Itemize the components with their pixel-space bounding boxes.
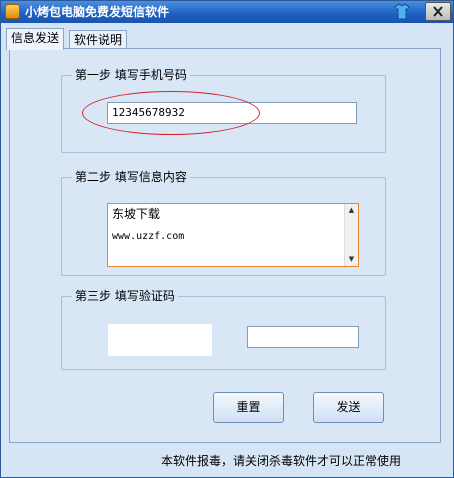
message-line-1: 东坡下载 bbox=[112, 207, 161, 221]
step1-group: 第一步 填写手机号码 12345678932 bbox=[61, 68, 386, 153]
scroll-up-icon[interactable]: ▲ bbox=[345, 204, 358, 217]
app-icon bbox=[5, 4, 20, 19]
close-button[interactable] bbox=[425, 2, 451, 21]
tab-bar: 信息发送 软件说明 bbox=[1, 23, 453, 50]
close-icon bbox=[433, 6, 443, 17]
captcha-input[interactable] bbox=[247, 326, 359, 348]
step2-group: 第二步 填写信息内容 东坡下载 www.uzzf.com ▲ ▼ bbox=[61, 170, 386, 276]
captcha-image[interactable] bbox=[108, 324, 212, 356]
scroll-down-icon[interactable]: ▼ bbox=[345, 253, 358, 266]
step2-legend: 第二步 填写信息内容 bbox=[72, 170, 190, 184]
tshirt-icon[interactable] bbox=[394, 3, 410, 20]
step3-group: 第三步 填写验证码 bbox=[61, 289, 386, 370]
app-window: 小烤包电脑免费发短信软件 信息发送 软件说明 第一步 填写手机号码 123456… bbox=[0, 0, 454, 478]
step1-legend: 第一步 填写手机号码 bbox=[72, 68, 190, 82]
message-textarea[interactable]: 东坡下载 www.uzzf.com ▲ ▼ bbox=[107, 203, 359, 267]
highlight-ellipse bbox=[82, 91, 260, 135]
message-scrollbar[interactable]: ▲ ▼ bbox=[344, 204, 358, 266]
tab-software-info[interactable]: 软件说明 bbox=[69, 30, 128, 49]
step3-legend: 第三步 填写验证码 bbox=[72, 289, 178, 303]
window-title: 小烤包电脑免费发短信软件 bbox=[25, 5, 170, 19]
footer-notice: 本软件报毒，请关闭杀毒软件才可以正常使用 bbox=[161, 454, 402, 468]
reset-button[interactable]: 重置 bbox=[213, 392, 284, 423]
message-line-2: www.uzzf.com bbox=[112, 231, 185, 242]
tab-send-message[interactable]: 信息发送 bbox=[6, 28, 65, 50]
send-button[interactable]: 发送 bbox=[313, 392, 384, 423]
send-panel: 第一步 填写手机号码 12345678932 第二步 填写信息内容 东坡下载 w… bbox=[9, 48, 441, 443]
title-bar[interactable]: 小烤包电脑免费发短信软件 bbox=[1, 1, 453, 23]
